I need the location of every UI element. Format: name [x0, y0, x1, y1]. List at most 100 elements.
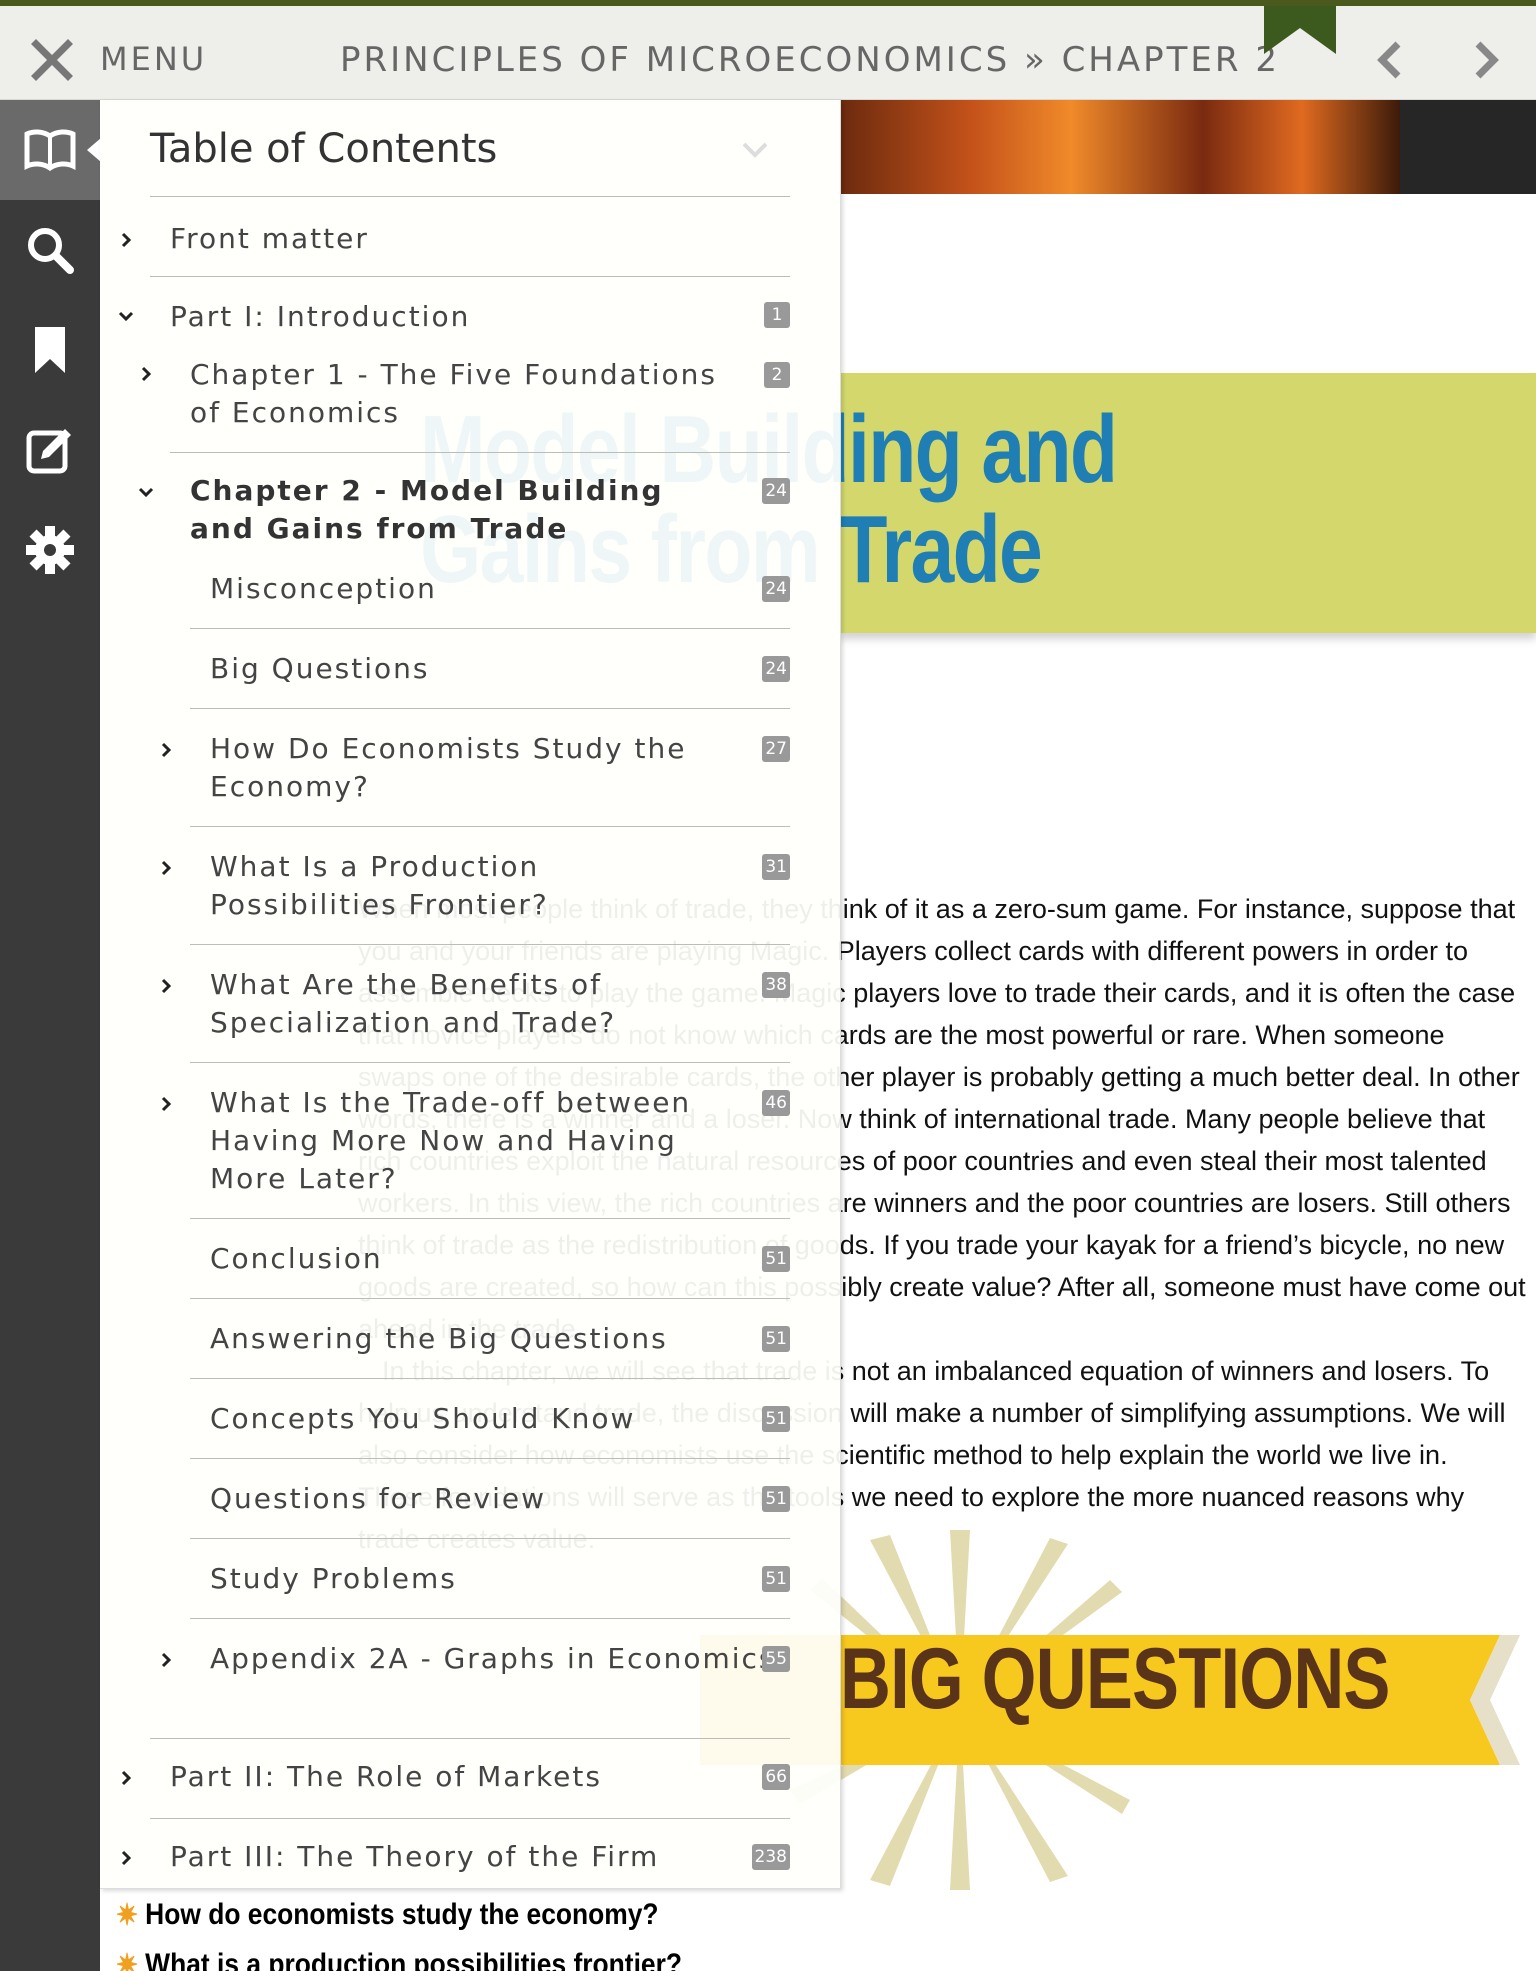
toc-item-label: Front matter — [170, 222, 369, 255]
divider — [190, 1538, 790, 1539]
toc-item-questions-review[interactable]: Questions for Review 51 — [100, 1474, 840, 1544]
chevron-right-icon — [161, 742, 172, 758]
page-badge: 24 — [762, 576, 790, 602]
page-badge: 1 — [764, 302, 790, 328]
toc-item-label: Big Questions — [210, 652, 430, 685]
toc-item-specialization[interactable]: What Are the Benefits of Specialization … — [100, 960, 840, 1060]
toc-item-label: Misconception — [210, 572, 437, 605]
toc-item-label: Part I: Introduction — [170, 300, 471, 333]
page-badge: 51 — [762, 1406, 790, 1432]
toc-item-label: What Are the Benefits of Specialization … — [210, 968, 617, 1039]
bookmark-ribbon-icon[interactable] — [1264, 6, 1336, 56]
menu-button[interactable]: MENU — [100, 40, 207, 78]
chevron-left-icon[interactable] — [1370, 36, 1410, 84]
top-bar: MENU PRINCIPLES OF MICROECONOMICS » CHAP… — [0, 0, 1536, 100]
divider — [190, 1298, 790, 1299]
divider — [190, 708, 790, 709]
book-title: PRINCIPLES OF MICROECONOMICS » CHAPTER 2 — [340, 40, 1280, 80]
divider — [190, 826, 790, 827]
chevron-right-icon — [161, 860, 172, 876]
active-indicator — [87, 138, 101, 162]
divider — [150, 1818, 790, 1819]
toc-title: Table of Contents — [150, 126, 498, 172]
bookmark-icon — [35, 327, 65, 373]
toc-item-label: Chapter 1 - The Five Foundations of Econ… — [190, 358, 717, 429]
chevron-down-icon[interactable] — [740, 140, 770, 160]
book-icon — [24, 129, 76, 172]
sidebar-item-settings[interactable] — [0, 500, 100, 600]
chapter-hero-image-edge — [1400, 100, 1536, 194]
toc-item-big-questions[interactable]: Big Questions 24 — [100, 644, 840, 714]
close-icon[interactable] — [26, 34, 78, 86]
page-badge: 2 — [764, 362, 790, 388]
page-badge: 55 — [762, 1646, 790, 1672]
toc-item-label: What Is a Production Possibilities Front… — [210, 850, 549, 921]
toc-item-label: How Do Economists Study the Economy? — [210, 732, 687, 803]
search-icon — [28, 228, 74, 274]
chevron-right-icon — [121, 1770, 132, 1786]
chevron-down-icon — [118, 311, 134, 322]
toc-item-label: Appendix 2A - Graphs in Economics — [210, 1642, 776, 1675]
sidebar-item-notes[interactable] — [0, 400, 100, 500]
table-of-contents-panel: Table of Contents Front matter Part I: I… — [100, 100, 841, 1889]
toc-item-ppf[interactable]: What Is a Production Possibilities Front… — [100, 842, 840, 942]
tool-sidebar — [0, 100, 101, 1971]
sidebar-item-search[interactable] — [0, 200, 100, 300]
toc-item-answering[interactable]: Answering the Big Questions 51 — [100, 1314, 840, 1384]
toc-item-label: Conclusion — [210, 1242, 383, 1275]
sidebar-item-bookmarks[interactable] — [0, 300, 100, 400]
toc-item-label: What Is the Trade-off between Having Mor… — [210, 1086, 692, 1195]
divider — [150, 196, 790, 197]
divider — [150, 1738, 790, 1739]
chevron-right-icon — [161, 1096, 172, 1112]
divider — [190, 1062, 790, 1063]
star-icon: ✷ — [116, 1948, 139, 1971]
toc-item-label: Part III: The Theory of the Firm — [170, 1840, 660, 1873]
divider — [190, 944, 790, 945]
big-questions-heading: BIG QUESTIONS — [840, 1631, 1390, 1727]
toc-item-conclusion[interactable]: Conclusion 51 — [100, 1234, 840, 1304]
page-badge: 238 — [751, 1844, 790, 1870]
chevron-right-icon — [121, 1850, 132, 1866]
question-text: How do economists study the economy? — [145, 1898, 659, 1931]
toc-item-study-problems[interactable]: Study Problems 51 — [100, 1554, 840, 1624]
toc-item-chapter-2[interactable]: Chapter 2 - Model Building and Gains fro… — [100, 462, 840, 562]
chevron-down-icon — [138, 487, 154, 498]
notes-icon — [26, 429, 71, 474]
toc-item-misconception[interactable]: Misconception 24 — [100, 564, 840, 634]
toc-item-part-3[interactable]: Part III: The Theory of the Firm 238 — [100, 1830, 840, 1886]
page-badge: 24 — [762, 656, 790, 682]
page-badge: 46 — [762, 1090, 790, 1116]
toc-item-label: Chapter 2 - Model Building and Gains fro… — [190, 474, 664, 545]
toc-item-part-1[interactable]: Part I: Introduction 1 — [100, 286, 840, 346]
toc-item-appendix-2a[interactable]: Appendix 2A - Graphs in Economics 55 — [100, 1634, 840, 1734]
divider — [190, 1458, 790, 1459]
toc-item-chapter-1[interactable]: Chapter 1 - The Five Foundations of Econ… — [100, 346, 840, 446]
chevron-right-icon[interactable] — [1466, 36, 1506, 84]
toc-item-label: Study Problems — [210, 1562, 457, 1595]
chevron-right-icon — [121, 232, 132, 248]
toc-item-part-2[interactable]: Part II: The Role of Markets 66 — [100, 1750, 840, 1820]
toc-item-label: Concepts You Should Know — [210, 1402, 636, 1435]
divider — [150, 276, 790, 277]
page-badge: 66 — [762, 1764, 790, 1790]
toc-item-how-do-economists[interactable]: How Do Economists Study the Economy? 27 — [100, 724, 840, 824]
gear-icon — [26, 526, 74, 574]
divider — [170, 452, 790, 453]
toc-item-front-matter[interactable]: Front matter — [100, 210, 840, 280]
toc-item-label: Questions for Review — [210, 1482, 547, 1515]
toc-item-concepts[interactable]: Concepts You Should Know 51 — [100, 1394, 840, 1464]
divider — [190, 1218, 790, 1219]
star-icon: ✷ — [116, 1898, 139, 1932]
question-text: What is a production possibilities front… — [145, 1948, 683, 1971]
list-item: ✷ How do economists study the economy? — [116, 1890, 682, 1940]
toc-item-trade-off[interactable]: What Is the Trade-off between Having Mor… — [100, 1078, 840, 1218]
page-badge: 51 — [762, 1566, 790, 1592]
divider — [190, 628, 790, 629]
list-item: ✷ What is a production possibilities fron… — [116, 1940, 682, 1971]
page-badge: 31 — [762, 854, 790, 880]
sidebar-item-contents[interactable] — [0, 100, 101, 200]
page-badge: 51 — [762, 1326, 790, 1352]
page-badge: 38 — [762, 972, 790, 998]
toc-item-label: Answering the Big Questions — [210, 1322, 668, 1355]
